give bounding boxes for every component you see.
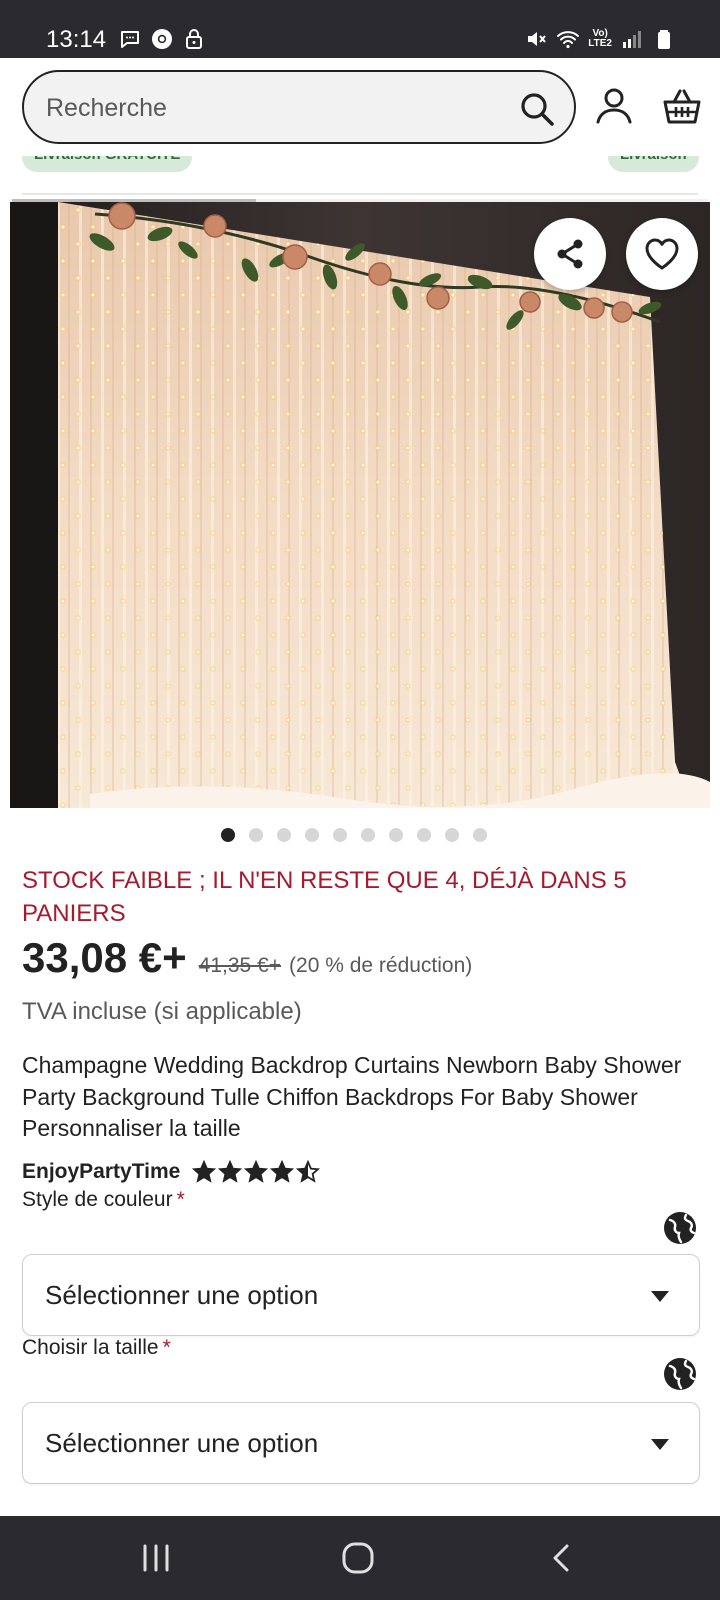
shipping-chip: Livraison <box>608 156 699 172</box>
carousel-dot[interactable] <box>333 828 347 842</box>
vat-note: TVA incluse (si applicable) <box>22 998 302 1025</box>
required-mark: * <box>162 1336 171 1359</box>
free-shipping-chip: Livraison GRATUITE <box>22 156 193 172</box>
carousel-dot[interactable] <box>445 828 459 842</box>
carousel-dot[interactable] <box>361 828 375 842</box>
signal-icon <box>623 31 641 48</box>
price-row: 33,08 €+ 41,35 €+ (20 % de réduction) <box>22 934 472 982</box>
shipping-chips: Livraison GRATUITE Livraison <box>0 156 720 196</box>
shop-row: EnjoyPartyTime <box>22 1160 321 1184</box>
carousel-dot[interactable] <box>473 828 487 842</box>
basket-icon[interactable] <box>662 86 702 126</box>
divider <box>22 193 698 195</box>
lock-icon <box>186 29 202 49</box>
carousel-dot[interactable] <box>305 828 319 842</box>
chevron-down-icon <box>651 1439 669 1450</box>
option-label-text: Choisir la taille <box>22 1336 159 1359</box>
curtain-photo <box>10 202 710 808</box>
option-label-color: Style de couleur * <box>22 1188 185 1212</box>
option-label-size: Choisir la taille * <box>22 1336 171 1360</box>
heart-icon <box>645 238 679 270</box>
carousel-dot[interactable] <box>277 828 291 842</box>
rating-stars[interactable] <box>192 1160 321 1184</box>
mute-icon <box>528 32 547 46</box>
star-full-icon <box>218 1160 243 1183</box>
required-mark: * <box>176 1188 185 1211</box>
status-icons-right: Vo) LTE2 <box>524 27 676 51</box>
lte-label: LTE2 <box>588 38 612 49</box>
carousel-dot[interactable] <box>249 828 263 842</box>
star-full-icon <box>244 1160 269 1183</box>
message-icon <box>121 31 139 48</box>
battery-icon <box>658 30 670 49</box>
chevron-down-icon <box>651 1291 669 1302</box>
search-placeholder: Recherche <box>46 94 167 122</box>
product-image[interactable] <box>10 202 710 808</box>
favorite-button[interactable] <box>626 218 698 290</box>
size-select[interactable]: Sélectionner une option <box>22 1402 700 1484</box>
back-button[interactable] <box>542 1538 582 1578</box>
select-value: Sélectionner une option <box>45 1280 319 1310</box>
shop-name-link[interactable]: EnjoyPartyTime <box>22 1160 180 1184</box>
home-button[interactable] <box>338 1538 378 1578</box>
price-original: 41,35 €+ <box>198 954 282 977</box>
stock-alert: STOCK FAIBLE ; IL N'EN RESTE QUE 4, DÉJÀ… <box>22 867 627 927</box>
system-nav-bar <box>0 1516 720 1600</box>
wifi-icon <box>557 31 580 49</box>
status-time: 13:14 <box>46 26 107 53</box>
account-icon[interactable] <box>594 86 634 126</box>
status-bar: 13:14 Vo) LTE2 <box>0 0 720 58</box>
carousel-dot[interactable] <box>417 828 431 842</box>
image-carousel-dots <box>0 828 720 848</box>
search-icon[interactable] <box>518 90 556 128</box>
share-button[interactable] <box>534 218 606 290</box>
product-title: Champagne Wedding Backdrop Curtains Newb… <box>22 1052 682 1141</box>
header: Recherche <box>0 58 720 156</box>
color-style-select[interactable]: Sélectionner une option <box>22 1254 700 1336</box>
price-discount: (20 % de réduction) <box>289 954 473 977</box>
star-full-icon <box>192 1160 217 1183</box>
network-type-label: Vo) LTE2 <box>588 29 612 49</box>
carousel-dot[interactable] <box>389 828 403 842</box>
star-half-icon <box>296 1160 321 1183</box>
star-full-icon <box>270 1160 295 1183</box>
price-current: 33,08 €+ <box>22 934 187 981</box>
carousel-dot[interactable] <box>221 828 235 842</box>
share-icon <box>557 239 583 269</box>
chrome-icon <box>152 29 172 49</box>
search-input[interactable]: Recherche <box>22 70 576 144</box>
globe-icon[interactable] <box>662 1356 698 1392</box>
globe-icon[interactable] <box>662 1210 698 1246</box>
option-label-text: Style de couleur <box>22 1188 173 1211</box>
status-icons-left <box>118 27 206 51</box>
select-value: Sélectionner une option <box>45 1428 319 1458</box>
recent-apps-button[interactable] <box>136 1538 176 1578</box>
